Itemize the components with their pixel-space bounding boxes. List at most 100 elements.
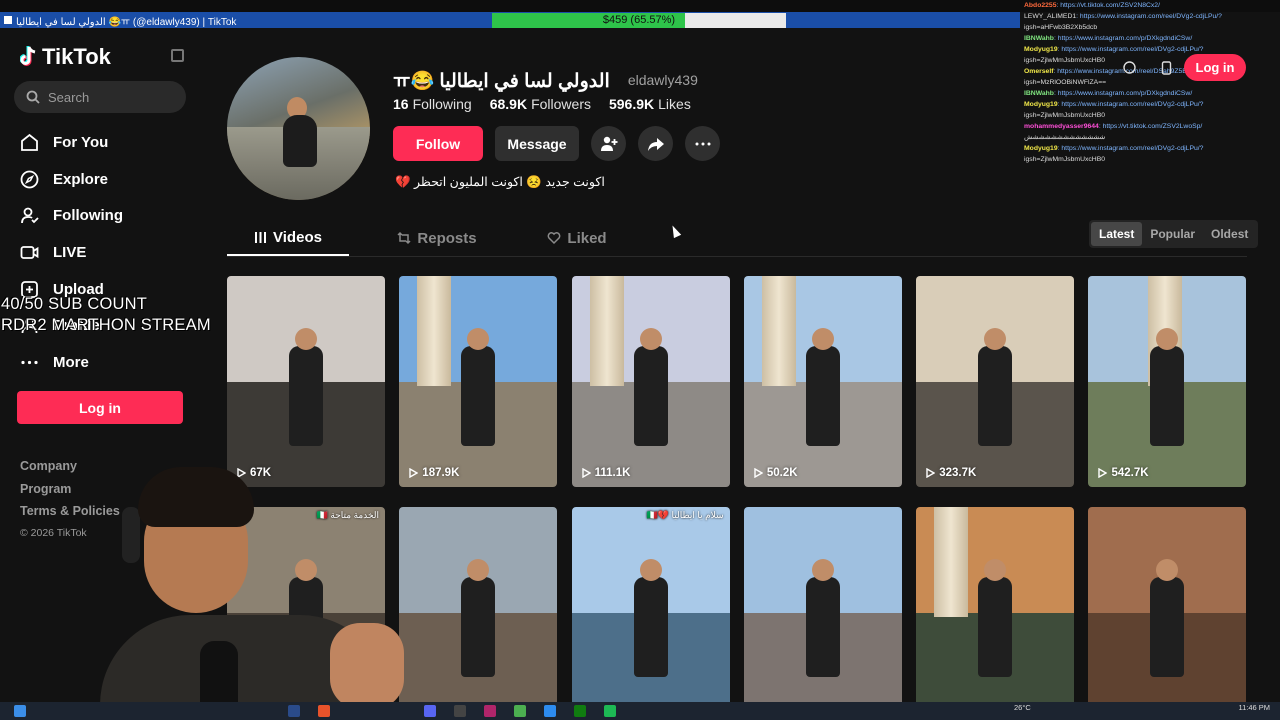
live-icon [20, 243, 39, 262]
person-figure [461, 577, 496, 677]
add-friend-button[interactable] [591, 126, 626, 161]
ellipsis-icon [695, 142, 710, 145]
view-count-text: 323.7K [939, 467, 977, 479]
search-icon [26, 90, 40, 104]
obs-icon[interactable] [454, 705, 466, 717]
tab-label: Liked [567, 229, 607, 247]
sidebar-item-more[interactable]: More [20, 344, 200, 381]
followers-count: 68.9K [489, 96, 528, 112]
following-icon [20, 206, 39, 225]
stream-chat-overlay: Abdo2255: https://vt.tiktok.com/ZSV2N8Cx… [1024, 0, 1280, 190]
video-sort-toggle: Latest Popular Oldest [1089, 220, 1259, 248]
follow-button[interactable]: Follow [393, 126, 483, 161]
video-card[interactable] [1088, 507, 1247, 718]
following-stat[interactable]: 16 Following [393, 96, 472, 112]
sidebar-item-following[interactable]: Following [20, 197, 200, 234]
leaning-tower [761, 276, 796, 386]
likes-count: 596.9K [608, 96, 655, 112]
chat-text: igsh=ZjlwMmJsbmUxcHB0 [1024, 112, 1106, 119]
chat-text: : https://www.instagram.com/p/DXkgdndiCS… [1053, 90, 1193, 97]
header-login-button[interactable]: Log in [1184, 54, 1246, 81]
sidebar-collapse-icon[interactable] [171, 49, 184, 62]
sidebar-item-live[interactable]: LIVE [20, 234, 200, 271]
chat-message: Modyug19: https://www.instagram.com/reel… [1024, 143, 1280, 154]
brave-icon[interactable] [318, 705, 330, 717]
minecraft-icon[interactable] [514, 705, 526, 717]
person-head [639, 559, 662, 581]
tab-videos[interactable]: Videos [227, 220, 349, 256]
search-input[interactable]: Search [14, 81, 186, 113]
person-figure [978, 346, 1013, 446]
share-icon [647, 137, 664, 151]
start-icon[interactable] [14, 705, 26, 717]
chat-message: LEWY_ALIMED1: https://www.instagram.com/… [1024, 11, 1280, 22]
person-figure [633, 577, 668, 677]
sidebar-login-button[interactable]: Log in [17, 391, 183, 424]
webcam-hair [138, 467, 254, 527]
share-button[interactable] [638, 126, 673, 161]
chat-text: : https://www.instagram.com/reel/DVg2-cd… [1057, 145, 1204, 152]
sort-popular[interactable]: Popular [1142, 222, 1203, 246]
followers-stat[interactable]: 68.9K Followers [490, 96, 591, 112]
sidebar-item-label: Explore [53, 170, 109, 188]
tab-label: Reposts [417, 229, 477, 247]
person-figure [978, 577, 1013, 677]
leaning-tower [589, 276, 624, 386]
device-icon[interactable] [1161, 60, 1172, 75]
grid-icon [255, 231, 267, 243]
video-card[interactable] [916, 507, 1075, 718]
video-caption: سلام يا ايطاليا 💔🇮🇹 [646, 510, 724, 520]
sidebar-item-for-you[interactable]: For You [20, 124, 200, 161]
video-card[interactable]: 323.7K [916, 276, 1075, 487]
video-view-count: 50.2K [754, 467, 798, 479]
taskbar-weather[interactable]: 26°C [1014, 704, 1031, 712]
coin-icon[interactable] [1122, 61, 1136, 74]
person-head [295, 328, 317, 350]
photoshop-icon[interactable] [288, 705, 300, 717]
chat-text: igsh=ZjlwMmJsbmUxcHB0 [1024, 57, 1106, 64]
video-view-count: 187.9K [409, 467, 459, 479]
chat-username: Abdo2255 [1024, 2, 1057, 9]
video-card[interactable] [743, 507, 902, 718]
sidebar-item-explore[interactable]: Explore [20, 161, 200, 198]
opera-icon[interactable] [484, 705, 496, 717]
profile-handle: eldawly439 [627, 71, 698, 88]
video-card[interactable]: سلام يا ايطاليا 💔🇮🇹 [571, 507, 730, 718]
explorer-icon[interactable] [544, 705, 556, 717]
discord-icon[interactable] [424, 705, 436, 717]
video-card[interactable]: 50.2K [743, 276, 902, 487]
person-head [811, 559, 834, 581]
view-count-text: 111.1K [594, 467, 631, 479]
chat-username: Modyug19 [1024, 101, 1058, 108]
video-card[interactable]: 542.7K [1088, 276, 1247, 487]
sort-oldest[interactable]: Oldest [1203, 222, 1256, 246]
chat-text: : https://vt.tiktok.com/ZSV2LwoSp/ [1098, 123, 1203, 130]
chat-username: Omerself [1024, 68, 1054, 75]
chat-text: : https://www.instagram.com/reel/DVg2-cd… [1057, 101, 1204, 108]
tab-liked[interactable]: Liked [507, 220, 647, 256]
message-button[interactable]: Message [495, 126, 579, 161]
taskbar-clock[interactable]: 11:46 PM [1238, 704, 1270, 712]
tab-label: Videos [273, 228, 322, 246]
video-card[interactable]: 111.1K [571, 276, 730, 487]
chat-username: Modyug19 [1024, 145, 1058, 152]
video-card[interactable]: 187.9K [399, 276, 558, 487]
spotify-icon[interactable] [604, 705, 616, 717]
following-count: 16 [393, 96, 409, 112]
profile-avatar [227, 57, 370, 200]
xbox-icon[interactable] [574, 705, 586, 717]
sort-latest[interactable]: Latest [1091, 222, 1143, 246]
compass-icon [20, 170, 39, 189]
video-card[interactable] [399, 507, 558, 718]
stream-overlay-sub-count: 40/50 SUB COUNT [1, 295, 148, 313]
browser-icon [4, 16, 12, 24]
profile-bio: اكونت جديد 😣 اكونت المليون اتحظر 💔 [395, 175, 605, 189]
video-view-count: 111.1K [581, 467, 631, 479]
tiktok-logo[interactable]: TikTok [19, 44, 111, 70]
tab-reposts[interactable]: Reposts [367, 220, 507, 256]
header-icons [1110, 54, 1184, 81]
tiktok-note-icon [19, 46, 38, 68]
chat-username: LEWY_ALIMED1 [1024, 13, 1077, 20]
likes-label: Likes [658, 96, 691, 112]
more-options-button[interactable] [685, 126, 720, 161]
